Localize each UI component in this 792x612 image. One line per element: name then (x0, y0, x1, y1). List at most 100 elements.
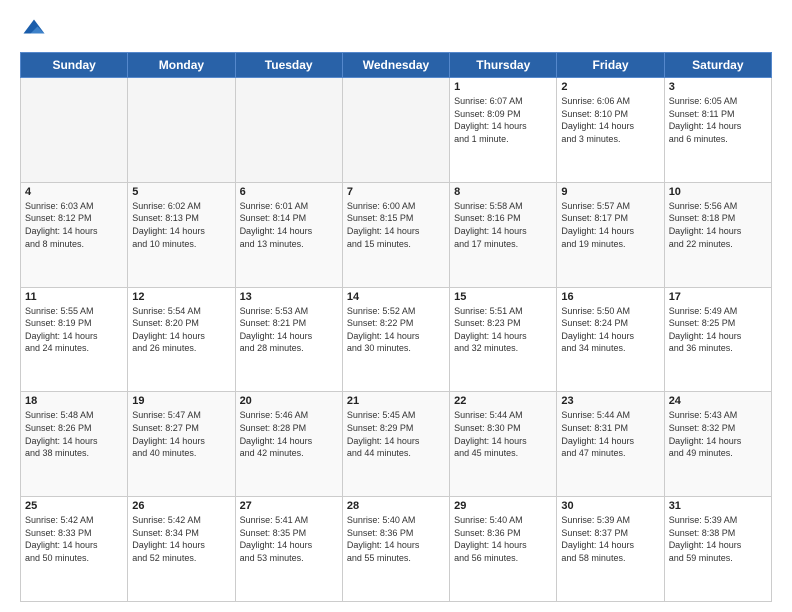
day-info: Sunrise: 5:51 AM Sunset: 8:23 PM Dayligh… (454, 305, 552, 355)
day-number: 2 (561, 81, 659, 93)
day-info: Sunrise: 5:42 AM Sunset: 8:34 PM Dayligh… (132, 514, 230, 564)
weekday-header-sunday: Sunday (21, 53, 128, 78)
day-info: Sunrise: 5:39 AM Sunset: 8:37 PM Dayligh… (561, 514, 659, 564)
day-number: 6 (240, 186, 338, 198)
day-info: Sunrise: 5:55 AM Sunset: 8:19 PM Dayligh… (25, 305, 123, 355)
day-info: Sunrise: 6:06 AM Sunset: 8:10 PM Dayligh… (561, 95, 659, 145)
day-cell-28: 28 Sunrise: 5:40 AM Sunset: 8:36 PM Dayli… (342, 497, 449, 602)
day-cell-30: 30 Sunrise: 5:39 AM Sunset: 8:37 PM Dayli… (557, 497, 664, 602)
day-info: Sunrise: 6:01 AM Sunset: 8:14 PM Dayligh… (240, 200, 338, 250)
day-info: Sunrise: 5:50 AM Sunset: 8:24 PM Dayligh… (561, 305, 659, 355)
page: SundayMondayTuesdayWednesdayThursdayFrid… (0, 0, 792, 612)
weekday-header-thursday: Thursday (450, 53, 557, 78)
weekday-header-saturday: Saturday (664, 53, 771, 78)
day-info: Sunrise: 5:56 AM Sunset: 8:18 PM Dayligh… (669, 200, 767, 250)
day-info: Sunrise: 5:58 AM Sunset: 8:16 PM Dayligh… (454, 200, 552, 250)
logo (20, 16, 52, 44)
day-cell-15: 15 Sunrise: 5:51 AM Sunset: 8:23 PM Dayli… (450, 287, 557, 392)
day-number: 13 (240, 291, 338, 303)
day-info: Sunrise: 5:45 AM Sunset: 8:29 PM Dayligh… (347, 409, 445, 459)
day-cell-8: 8 Sunrise: 5:58 AM Sunset: 8:16 PM Daylig… (450, 182, 557, 287)
weekday-header-wednesday: Wednesday (342, 53, 449, 78)
day-number: 7 (347, 186, 445, 198)
empty-cell (21, 78, 128, 183)
week-row-3: 11 Sunrise: 5:55 AM Sunset: 8:19 PM Dayli… (21, 287, 772, 392)
day-cell-21: 21 Sunrise: 5:45 AM Sunset: 8:29 PM Dayli… (342, 392, 449, 497)
day-cell-13: 13 Sunrise: 5:53 AM Sunset: 8:21 PM Dayli… (235, 287, 342, 392)
day-number: 20 (240, 395, 338, 407)
day-cell-20: 20 Sunrise: 5:46 AM Sunset: 8:28 PM Dayli… (235, 392, 342, 497)
day-cell-27: 27 Sunrise: 5:41 AM Sunset: 8:35 PM Dayli… (235, 497, 342, 602)
day-number: 29 (454, 500, 552, 512)
week-row-2: 4 Sunrise: 6:03 AM Sunset: 8:12 PM Daylig… (21, 182, 772, 287)
day-number: 1 (454, 81, 552, 93)
day-info: Sunrise: 5:53 AM Sunset: 8:21 PM Dayligh… (240, 305, 338, 355)
day-number: 8 (454, 186, 552, 198)
day-cell-12: 12Sunrise: 5:54 AM Sunset: 8:20 PM Dayli… (128, 287, 235, 392)
week-row-1: 1 Sunrise: 6:07 AM Sunset: 8:09 PM Daylig… (21, 78, 772, 183)
day-info: Sunrise: 5:52 AM Sunset: 8:22 PM Dayligh… (347, 305, 445, 355)
day-cell-18: 18 Sunrise: 5:48 AM Sunset: 8:26 PM Dayli… (21, 392, 128, 497)
day-info: Sunrise: 6:05 AM Sunset: 8:11 PM Dayligh… (669, 95, 767, 145)
day-number: 21 (347, 395, 445, 407)
day-info: Sunrise: 5:42 AM Sunset: 8:33 PM Dayligh… (25, 514, 123, 564)
weekday-header-friday: Friday (557, 53, 664, 78)
day-number: 22 (454, 395, 552, 407)
day-number: 15 (454, 291, 552, 303)
day-number: 4 (25, 186, 123, 198)
day-info: Sunrise: 5:40 AM Sunset: 8:36 PM Dayligh… (347, 514, 445, 564)
day-cell-4: 4 Sunrise: 6:03 AM Sunset: 8:12 PM Daylig… (21, 182, 128, 287)
day-number: 16 (561, 291, 659, 303)
weekday-header-tuesday: Tuesday (235, 53, 342, 78)
day-cell-9: 9 Sunrise: 5:57 AM Sunset: 8:17 PM Daylig… (557, 182, 664, 287)
day-cell-10: 10 Sunrise: 5:56 AM Sunset: 8:18 PM Dayli… (664, 182, 771, 287)
day-cell-16: 16 Sunrise: 5:50 AM Sunset: 8:24 PM Dayli… (557, 287, 664, 392)
day-info: Sunrise: 6:00 AM Sunset: 8:15 PM Dayligh… (347, 200, 445, 250)
day-cell-23: 23Sunrise: 5:44 AM Sunset: 8:31 PM Dayli… (557, 392, 664, 497)
day-cell-24: 24Sunrise: 5:43 AM Sunset: 8:32 PM Dayli… (664, 392, 771, 497)
empty-cell (235, 78, 342, 183)
day-number: 12 (132, 291, 230, 303)
day-cell-31: 31Sunrise: 5:39 AM Sunset: 8:38 PM Dayli… (664, 497, 771, 602)
week-row-4: 18 Sunrise: 5:48 AM Sunset: 8:26 PM Dayli… (21, 392, 772, 497)
day-info: Sunrise: 5:46 AM Sunset: 8:28 PM Dayligh… (240, 409, 338, 459)
day-info: Sunrise: 5:40 AM Sunset: 8:36 PM Dayligh… (454, 514, 552, 564)
day-cell-2: 2 Sunrise: 6:06 AM Sunset: 8:10 PM Daylig… (557, 78, 664, 183)
day-info: Sunrise: 5:41 AM Sunset: 8:35 PM Dayligh… (240, 514, 338, 564)
day-number: 25 (25, 500, 123, 512)
day-cell-17: 17Sunrise: 5:49 AM Sunset: 8:25 PM Dayli… (664, 287, 771, 392)
header (20, 16, 772, 44)
day-cell-14: 14 Sunrise: 5:52 AM Sunset: 8:22 PM Dayli… (342, 287, 449, 392)
day-info: Sunrise: 6:07 AM Sunset: 8:09 PM Dayligh… (454, 95, 552, 145)
day-info: Sunrise: 5:44 AM Sunset: 8:30 PM Dayligh… (454, 409, 552, 459)
day-number: 30 (561, 500, 659, 512)
day-number: 28 (347, 500, 445, 512)
logo-icon (20, 16, 48, 44)
day-cell-19: 19 Sunrise: 5:47 AM Sunset: 8:27 PM Dayli… (128, 392, 235, 497)
day-number: 24 (669, 395, 767, 407)
day-cell-3: 3Sunrise: 6:05 AM Sunset: 8:11 PM Daylig… (664, 78, 771, 183)
day-info: Sunrise: 6:03 AM Sunset: 8:12 PM Dayligh… (25, 200, 123, 250)
day-number: 18 (25, 395, 123, 407)
day-cell-22: 22 Sunrise: 5:44 AM Sunset: 8:30 PM Dayli… (450, 392, 557, 497)
day-info: Sunrise: 5:49 AM Sunset: 8:25 PM Dayligh… (669, 305, 767, 355)
day-number: 23 (561, 395, 659, 407)
empty-cell (128, 78, 235, 183)
day-info: Sunrise: 5:47 AM Sunset: 8:27 PM Dayligh… (132, 409, 230, 459)
day-number: 19 (132, 395, 230, 407)
day-number: 11 (25, 291, 123, 303)
day-number: 10 (669, 186, 767, 198)
day-cell-1: 1 Sunrise: 6:07 AM Sunset: 8:09 PM Daylig… (450, 78, 557, 183)
day-cell-11: 11 Sunrise: 5:55 AM Sunset: 8:19 PM Dayli… (21, 287, 128, 392)
day-number: 31 (669, 500, 767, 512)
day-number: 14 (347, 291, 445, 303)
day-info: Sunrise: 5:57 AM Sunset: 8:17 PM Dayligh… (561, 200, 659, 250)
day-number: 27 (240, 500, 338, 512)
day-info: Sunrise: 6:02 AM Sunset: 8:13 PM Dayligh… (132, 200, 230, 250)
weekday-header-row: SundayMondayTuesdayWednesdayThursdayFrid… (21, 53, 772, 78)
day-cell-29: 29 Sunrise: 5:40 AM Sunset: 8:36 PM Dayli… (450, 497, 557, 602)
day-info: Sunrise: 5:48 AM Sunset: 8:26 PM Dayligh… (25, 409, 123, 459)
day-number: 9 (561, 186, 659, 198)
day-cell-7: 7 Sunrise: 6:00 AM Sunset: 8:15 PM Daylig… (342, 182, 449, 287)
day-cell-25: 25 Sunrise: 5:42 AM Sunset: 8:33 PM Dayli… (21, 497, 128, 602)
